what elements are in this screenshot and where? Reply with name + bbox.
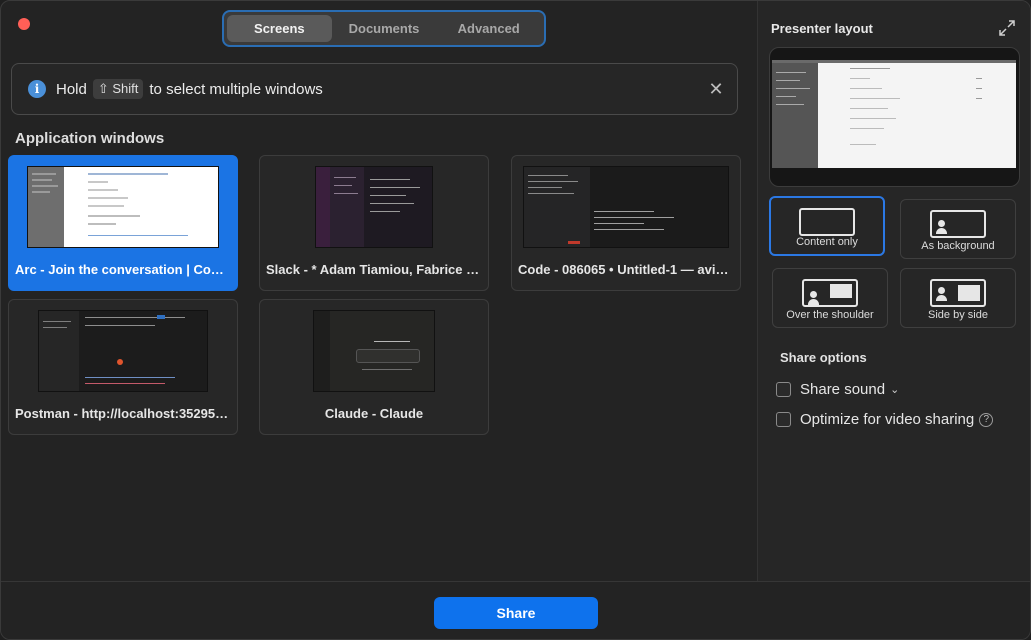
- banner-text-before: Hold: [56, 80, 87, 98]
- content-only-icon: [799, 208, 855, 236]
- optimize-video-option[interactable]: Optimize for video sharing ?: [776, 411, 994, 428]
- layout-label: Content only: [796, 236, 858, 248]
- window-card-postman[interactable]: Postman - http://localhost:35295/tr...: [8, 299, 238, 435]
- optimize-video-checkbox[interactable]: [776, 412, 791, 427]
- layout-label: Side by side: [928, 309, 988, 321]
- share-sound-checkbox[interactable]: [776, 382, 791, 397]
- window-thumbnail: [27, 166, 219, 248]
- window-thumbnail: [315, 166, 433, 248]
- optimize-video-label: Optimize for video sharing: [800, 411, 975, 428]
- presenter-panel: Presenter layout Content only As backgro…: [757, 1, 1030, 581]
- close-icon[interactable]: ✕: [707, 80, 725, 98]
- banner-text: Hold ⇧ Shift to select multiple windows: [56, 79, 323, 99]
- window-card-label: Slack - * Adam Tiamiou, Fabrice R.,...: [266, 262, 482, 277]
- side-by-side-icon: [930, 279, 986, 307]
- window-card-code[interactable]: Code - 086065 • Untitled-1 — aviv_...: [511, 155, 741, 291]
- share-screen-window: Screens Documents Advanced i Hold ⇧ Shif…: [0, 0, 1031, 640]
- window-card-claude[interactable]: Claude - Claude: [259, 299, 489, 435]
- window-thumbnail: [313, 310, 435, 392]
- tab-advanced[interactable]: Advanced: [436, 15, 541, 42]
- window-card-label: Code - 086065 • Untitled-1 — aviv_...: [518, 262, 734, 277]
- layout-side-by-side[interactable]: Side by side: [900, 268, 1016, 328]
- window-card-label: Arc - Join the conversation | Commu...: [15, 262, 231, 277]
- chevron-down-icon[interactable]: ⌄: [890, 383, 899, 396]
- share-tabs: Screens Documents Advanced: [222, 10, 546, 47]
- share-options-title: Share options: [780, 350, 867, 365]
- presenter-layout-title: Presenter layout: [771, 21, 873, 36]
- shift-key-chip: ⇧ Shift: [92, 79, 144, 99]
- share-sound-label: Share sound: [800, 381, 886, 398]
- help-icon[interactable]: ?: [979, 412, 994, 427]
- over-shoulder-icon: [802, 279, 858, 307]
- banner-text-after: to select multiple windows: [149, 80, 323, 98]
- layout-content-only[interactable]: Content only: [769, 196, 885, 256]
- layout-over-the-shoulder[interactable]: Over the shoulder: [772, 268, 888, 328]
- window-card-slack[interactable]: Slack - * Adam Tiamiou, Fabrice R.,...: [259, 155, 489, 291]
- share-sound-option[interactable]: Share sound ⌄: [776, 381, 899, 398]
- window-card-label: Claude - Claude: [324, 406, 424, 421]
- window-card-label: Postman - http://localhost:35295/tr...: [15, 406, 231, 421]
- tab-screens[interactable]: Screens: [227, 15, 332, 42]
- as-background-icon: [930, 210, 986, 238]
- tab-documents[interactable]: Documents: [332, 15, 437, 42]
- share-button[interactable]: Share: [434, 597, 598, 629]
- info-banner: i Hold ⇧ Shift to select multiple window…: [11, 63, 738, 115]
- close-window-button[interactable]: [18, 18, 30, 30]
- footer-bar: Share: [1, 581, 1030, 639]
- window-thumbnail: [38, 310, 208, 392]
- expand-icon[interactable]: [998, 19, 1016, 37]
- layout-label: As background: [921, 240, 995, 252]
- window-card-arc[interactable]: Arc - Join the conversation | Commu...: [8, 155, 238, 291]
- window-thumbnail: [523, 166, 729, 248]
- layout-as-background[interactable]: As background: [900, 199, 1016, 259]
- application-windows-heading: Application windows: [15, 130, 165, 147]
- presenter-preview: [769, 47, 1020, 187]
- info-icon: i: [28, 80, 46, 98]
- layout-label: Over the shoulder: [786, 309, 874, 321]
